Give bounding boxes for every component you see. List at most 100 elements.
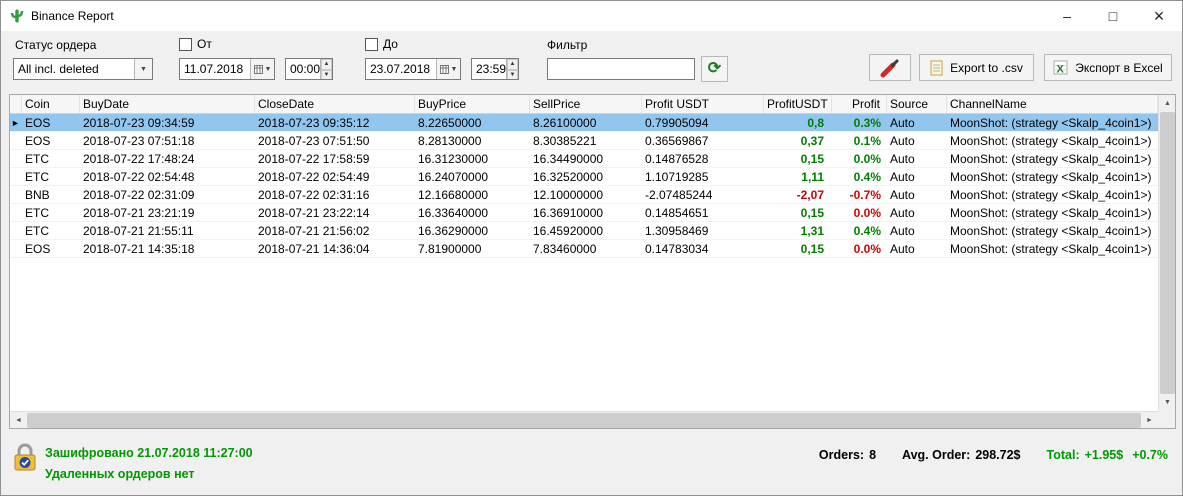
cell-profitusdt: 0,15: [800, 151, 824, 166]
table-row[interactable]: ETC 2018-07-21 23:21:19 2018-07-21 23:22:1…: [10, 204, 1158, 222]
cell-profitpct: 0.0%: [853, 151, 881, 166]
horizontal-scrollbar[interactable]: ◄ ►: [10, 411, 1158, 428]
column-header-buydate[interactable]: BuyDate: [80, 95, 255, 113]
cell-buyprice: 8.28130000: [418, 133, 482, 148]
cell-profitpct: 0.4%: [853, 223, 881, 238]
table-row[interactable]: ► EOS 2018-07-23 09:34:59 2018-07-23 09:35:…: [10, 114, 1158, 132]
cell-sellprice: 7.83460000: [533, 241, 597, 256]
scroll-up-icon[interactable]: ▲: [1159, 95, 1176, 112]
chevron-down-icon[interactable]: ▼: [134, 59, 152, 79]
cell-profitusdtfull: 0.79905094: [645, 115, 709, 130]
horizontal-scroll-thumb[interactable]: [27, 413, 1141, 428]
scroll-left-icon[interactable]: ◄: [10, 412, 27, 429]
column-header-profitpct[interactable]: Profit: [832, 95, 887, 113]
export-csv-button[interactable]: Export to .csv: [919, 54, 1034, 81]
to-check-row: До: [365, 37, 398, 51]
titlebar[interactable]: Binance Report – □ ×: [1, 1, 1182, 31]
column-header-coin[interactable]: Coin: [22, 95, 80, 113]
table-row[interactable]: EOS 2018-07-23 07:51:18 2018-07-23 07:51:5…: [10, 132, 1158, 150]
orders-value: 8: [869, 448, 877, 462]
cell-buydate: 2018-07-21 21:55:11: [83, 223, 194, 238]
table-row[interactable]: ETC 2018-07-22 17:48:24 2018-07-22 17:58:5…: [10, 150, 1158, 168]
calendar-dropdown-icon[interactable]: ▼: [436, 59, 460, 79]
grid-inner: Coin BuyDate CloseDate BuyPrice SellPrice Pro…: [10, 95, 1158, 411]
cell-buyprice: 7.81900000: [418, 241, 482, 256]
app-window: { "window": { "title": "Binance Report" …: [0, 0, 1183, 496]
table-row[interactable]: ETC 2018-07-21 21:55:11 2018-07-21 21:56:0…: [10, 222, 1158, 240]
window-title: Binance Report: [31, 9, 114, 23]
column-header-sellprice[interactable]: SellPrice: [530, 95, 642, 113]
chevron-down-icon: ▼: [450, 65, 458, 73]
cell-profitusdt: 0,37: [800, 133, 824, 148]
avg-order-label: Avg. Order:: [902, 448, 971, 462]
table-row[interactable]: EOS 2018-07-21 14:35:18 2018-07-21 14:36:0…: [10, 240, 1158, 258]
column-header-closedate[interactable]: CloseDate: [255, 95, 415, 113]
table-row[interactable]: BNB 2018-07-22 02:31:09 2018-07-22 02:31:1…: [10, 186, 1158, 204]
from-time-field[interactable]: 00:00 ▲ ▼: [285, 58, 333, 80]
cell-coin: BNB: [25, 187, 50, 202]
cell-profitpct: -0.7%: [849, 187, 881, 202]
cell-source: Auto: [890, 205, 915, 220]
toolbar: Статус ордера All incl. deleted ▼ От 11.…: [1, 31, 1182, 94]
cell-profitusdtfull: -2.07485244: [645, 187, 713, 202]
marker-tool-button[interactable]: [869, 54, 911, 81]
cell-profitpct: 0.1%: [853, 133, 881, 148]
cell-sellprice: 16.45920000: [533, 223, 604, 238]
vertical-scrollbar[interactable]: ▲ ▼: [1158, 95, 1175, 411]
avg-order: Avg. Order: 298.72$: [902, 448, 1021, 462]
column-header-channel[interactable]: ChannelName: [947, 95, 1158, 113]
spin-up-icon[interactable]: ▲: [321, 59, 332, 70]
cell-channel: MoonShot: (strategy <Skalp_4coin1>): [950, 169, 1152, 184]
spin-down-icon[interactable]: ▼: [321, 70, 332, 79]
svg-text:X: X: [1057, 63, 1065, 75]
column-header-source[interactable]: Source: [887, 95, 947, 113]
cell-profitusdt: 1,31: [800, 223, 824, 238]
cell-sellprice: 12.10000000: [533, 187, 604, 202]
total-value: +1.95$: [1084, 448, 1124, 462]
to-date-value: 23.07.2018: [370, 62, 431, 76]
maximize-button[interactable]: □: [1090, 1, 1136, 31]
cell-closedate: 2018-07-23 09:35:12: [258, 115, 370, 130]
order-status-combobox[interactable]: All incl. deleted ▼: [13, 58, 153, 80]
spin-up-icon[interactable]: ▲: [507, 59, 518, 70]
to-time-spinner[interactable]: ▲ ▼: [506, 59, 518, 79]
close-button[interactable]: ×: [1136, 1, 1182, 31]
filter-label: Фильтр: [547, 38, 588, 52]
scroll-right-icon[interactable]: ►: [1141, 412, 1158, 429]
cell-channel: MoonShot: (strategy <Skalp_4coin1>): [950, 151, 1152, 166]
cell-profitusdtfull: 1.10719285: [645, 169, 709, 184]
excel-icon: X: [1053, 60, 1068, 75]
from-label: От: [197, 37, 212, 51]
to-checkbox[interactable]: [365, 37, 378, 51]
from-checkbox[interactable]: [179, 37, 192, 51]
column-header-buyprice[interactable]: BuyPrice: [415, 95, 530, 113]
vertical-scroll-thumb[interactable]: [1160, 112, 1175, 394]
orders-label: Orders:: [818, 448, 865, 462]
total-profit: Total: +1.95$ +0.7%: [1047, 448, 1168, 462]
cell-closedate: 2018-07-21 23:22:14: [258, 205, 370, 220]
to-date-picker[interactable]: 23.07.2018 ▼: [365, 58, 461, 80]
cell-buydate: 2018-07-22 02:31:09: [83, 187, 195, 202]
apply-filter-button[interactable]: ⟳: [701, 56, 728, 82]
from-date-picker[interactable]: 11.07.2018 ▼: [179, 58, 275, 80]
table-row[interactable]: ETC 2018-07-22 02:54:48 2018-07-22 02:54:4…: [10, 168, 1158, 186]
cell-buyprice: 16.24070000: [418, 169, 489, 184]
cell-sellprice: 8.30385221: [533, 133, 597, 148]
cell-sellprice: 16.34490000: [533, 151, 604, 166]
orders-grid: Coin BuyDate CloseDate BuyPrice SellPrice Pro…: [9, 94, 1176, 429]
column-header-profitusdtfull[interactable]: Profit USDT: [642, 95, 764, 113]
cell-source: Auto: [890, 151, 915, 166]
scroll-down-icon[interactable]: ▼: [1159, 394, 1176, 411]
calendar-dropdown-icon[interactable]: ▼: [250, 59, 274, 79]
filter-input[interactable]: [547, 58, 695, 80]
minimize-button[interactable]: –: [1044, 1, 1090, 31]
to-time-field[interactable]: 23:59 ▲ ▼: [471, 58, 519, 80]
cell-profitusdtfull: 1.30958469: [645, 223, 709, 238]
cell-profitpct: 0.0%: [853, 241, 881, 256]
from-time-spinner[interactable]: ▲ ▼: [320, 59, 332, 79]
spin-down-icon[interactable]: ▼: [507, 70, 518, 79]
export-excel-button[interactable]: X Экспорт в Excel: [1044, 54, 1172, 81]
cell-coin: ETC: [25, 169, 49, 184]
column-header-profitusdt[interactable]: ProfitUSDT: [764, 95, 832, 113]
total-label: Total:: [1046, 448, 1080, 462]
